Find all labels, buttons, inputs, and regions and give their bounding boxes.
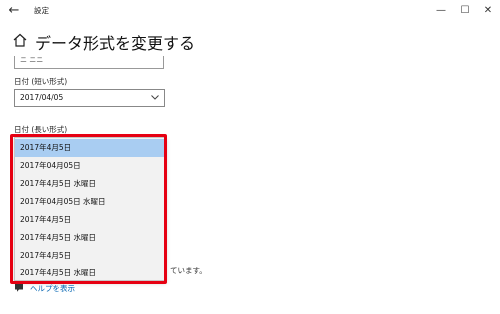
previous-field-value: ニ ニニ bbox=[20, 56, 44, 64]
minimize-button[interactable]: — bbox=[432, 3, 450, 19]
chevron-down-icon bbox=[151, 95, 159, 100]
short-date-value: 2017/04/05 bbox=[20, 93, 64, 102]
app-title: 設定 bbox=[34, 6, 49, 15]
page-title: データ形式を変更する bbox=[35, 34, 196, 53]
close-button[interactable]: ✕ bbox=[479, 3, 497, 19]
short-date-label: 日付 (短い形式) bbox=[14, 77, 68, 86]
short-date-select[interactable]: 2017/04/05 bbox=[14, 89, 165, 107]
help-link[interactable]: ヘルプを表示 bbox=[30, 283, 75, 294]
home-icon bbox=[13, 33, 27, 47]
title-bar: ← 設定 — ☐ ✕ bbox=[0, 0, 500, 24]
previous-field[interactable]: ニ ニニ bbox=[14, 56, 164, 69]
back-arrow-icon[interactable]: ← bbox=[6, 3, 22, 19]
help-icon bbox=[15, 284, 23, 292]
highlight-frame bbox=[10, 134, 167, 284]
maximize-button[interactable]: ☐ bbox=[456, 3, 474, 19]
partial-description-text: ています。 bbox=[170, 266, 207, 275]
